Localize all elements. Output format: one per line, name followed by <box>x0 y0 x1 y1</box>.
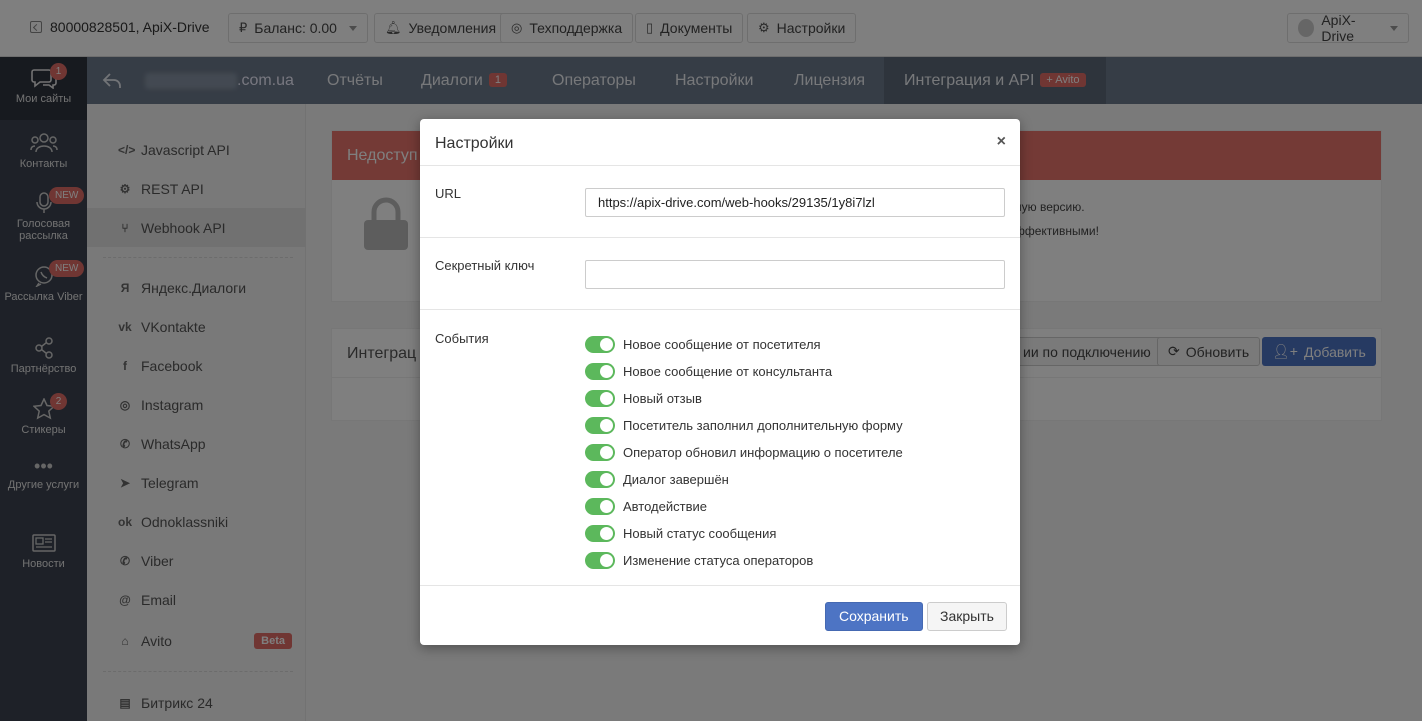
secret-key-label: Секретный ключ <box>435 258 535 273</box>
url-label: URL <box>435 186 462 201</box>
save-button[interactable]: Сохранить <box>825 602 923 631</box>
event-label: Новый статус сообщения <box>623 526 777 541</box>
event-toggle[interactable] <box>585 552 615 569</box>
event-toggle[interactable] <box>585 444 615 461</box>
event-auto-action: Автодействие <box>585 493 903 520</box>
event-message-status: Новый статус сообщения <box>585 520 903 547</box>
events-label: События <box>435 331 489 346</box>
event-operator-status: Изменение статуса операторов <box>585 547 903 574</box>
event-toggle[interactable] <box>585 525 615 542</box>
close-icon[interactable]: × <box>997 133 1006 151</box>
secret-row: Секретный ключ <box>420 238 1020 310</box>
event-extra-form: Посетитель заполнил дополнительную форму <box>585 412 903 439</box>
modal-title: Настройки <box>435 135 514 152</box>
event-toggle[interactable] <box>585 336 615 353</box>
event-label: Автодействие <box>623 499 707 514</box>
event-label: Диалог завершён <box>623 472 729 487</box>
event-toggle[interactable] <box>585 390 615 407</box>
secret-key-field[interactable] <box>585 260 1005 289</box>
url-row: URL <box>420 166 1020 238</box>
modal-footer: Сохранить Закрыть <box>420 585 1020 645</box>
events-list: Новое сообщение от посетителя Новое сооб… <box>585 331 903 574</box>
event-toggle[interactable] <box>585 471 615 488</box>
settings-modal: Настройки × URL Секретный ключ События Н… <box>420 119 1020 645</box>
event-label: Новое сообщение от посетителя <box>623 337 821 352</box>
event-label: Новый отзыв <box>623 391 702 406</box>
modal-header: Настройки × <box>420 119 1020 166</box>
event-new-consultant-message: Новое сообщение от консультанта <box>585 358 903 385</box>
event-label: Изменение статуса операторов <box>623 553 814 568</box>
event-visitor-info-updated: Оператор обновил информацию о посетителе <box>585 439 903 466</box>
event-new-review: Новый отзыв <box>585 385 903 412</box>
close-button[interactable]: Закрыть <box>927 602 1007 631</box>
event-label: Посетитель заполнил дополнительную форму <box>623 418 903 433</box>
event-toggle[interactable] <box>585 498 615 515</box>
event-toggle[interactable] <box>585 417 615 434</box>
event-label: Оператор обновил информацию о посетителе <box>623 445 903 460</box>
event-new-visitor-message: Новое сообщение от посетителя <box>585 331 903 358</box>
event-toggle[interactable] <box>585 363 615 380</box>
event-label: Новое сообщение от консультанта <box>623 364 833 379</box>
event-dialog-finished: Диалог завершён <box>585 466 903 493</box>
url-field[interactable] <box>585 188 1005 217</box>
